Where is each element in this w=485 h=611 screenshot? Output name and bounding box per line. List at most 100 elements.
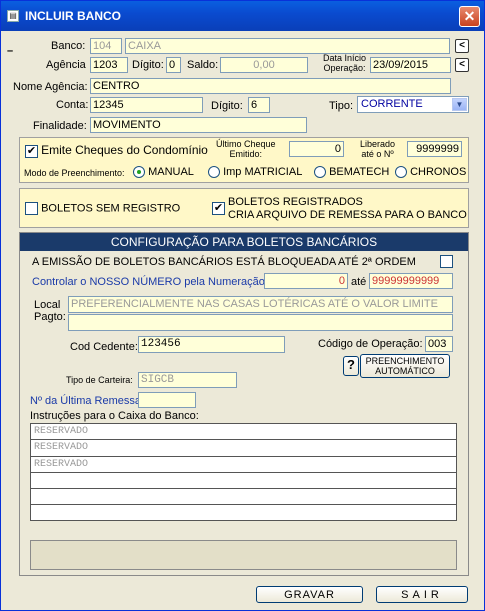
banco-name-field[interactable]: CAIXA xyxy=(125,38,450,54)
local-pagto-label-line2: Pagto: xyxy=(34,311,66,323)
boletos-box: BOLETOS SEM REGISTRO ✔ BOLETOS REGISTRAD… xyxy=(19,188,469,228)
saldo-label: Saldo: xyxy=(187,59,219,71)
liberado-field[interactable]: 9999999 xyxy=(407,141,462,157)
radio-chronos-label: CHRONOS xyxy=(410,166,467,178)
agencia-digito-field[interactable]: 0 xyxy=(166,57,181,73)
radio-bematech-label: BEMATECH xyxy=(329,166,390,178)
instrucoes-row[interactable]: RESERVADO xyxy=(31,424,456,441)
agencia-field[interactable]: 1203 xyxy=(90,57,128,73)
tipo-select[interactable]: CORRENTE ▼ xyxy=(357,96,469,113)
instrucoes-row[interactable] xyxy=(31,473,456,490)
agencia-label: Agência xyxy=(46,59,86,71)
status-area xyxy=(30,540,457,570)
local-pagto-label-line1: Local xyxy=(34,299,61,311)
conta-field[interactable]: 12345 xyxy=(90,97,203,113)
boletos-registrados-checkbox[interactable]: ✔ xyxy=(212,202,225,215)
radio-chronos[interactable]: CHRONOS xyxy=(395,166,467,179)
nome-agencia-label: Nome Agência: xyxy=(13,81,88,93)
instrucoes-row[interactable] xyxy=(31,489,456,506)
emite-cheques-label: Emite Cheques do Condomínio xyxy=(41,143,208,157)
data-inicio-field[interactable]: 23/09/2015 xyxy=(370,57,451,73)
data-inicio-label: Data Início Operação: xyxy=(323,53,366,73)
preenchimento-automatico-line2: AUTOMÁTICO xyxy=(375,366,435,376)
conta-digito-field[interactable]: 6 xyxy=(248,97,270,113)
ultimo-cheque-label-line1: Último Cheque xyxy=(216,139,276,149)
liberado-label-line2: até o Nº xyxy=(361,149,394,159)
conta-label: Conta: xyxy=(56,99,89,111)
banco-label: Banco: xyxy=(51,40,86,52)
ate-label: até xyxy=(351,276,367,288)
conta-digito-label: Dígito: xyxy=(211,100,243,112)
checkbox-icon[interactable] xyxy=(25,202,38,215)
data-inicio-label-line1: Data Início xyxy=(323,53,367,63)
radio-icon[interactable] xyxy=(314,166,326,179)
instrucoes-row[interactable]: RESERVADO xyxy=(31,440,456,457)
local-pagto-label: Local Pagto: xyxy=(34,299,66,323)
nosso-numero-de-field[interactable]: 0 xyxy=(264,273,348,289)
gravar-button[interactable]: GRAVAR xyxy=(256,586,363,603)
instrucoes-list[interactable]: RESERVADO RESERVADO RESERVADO xyxy=(30,423,457,521)
chevron-left-icon: < xyxy=(459,59,465,70)
radio-bematech[interactable]: BEMATECH xyxy=(314,166,390,179)
checkbox-checked-icon[interactable]: ✔ xyxy=(212,202,225,215)
banco-code-field[interactable]: 104 xyxy=(90,38,122,54)
local-pagto-field-1[interactable]: PREFERENCIALMENTE NAS CASAS LOTÉRICAS AT… xyxy=(68,296,453,313)
checkbox-checked-icon[interactable]: ✔ xyxy=(25,144,38,158)
cod-cedente-label: Cod Cedente: xyxy=(70,341,138,353)
close-button[interactable]: ✕ xyxy=(459,6,480,27)
config-boletos-header: CONFIGURAÇÃO PARA BOLETOS BANCÁRIOS xyxy=(20,233,468,251)
dash-marker: – xyxy=(7,45,14,57)
boletos-sem-registro-label: BOLETOS SEM REGISTRO xyxy=(41,202,181,215)
instrucoes-row[interactable] xyxy=(31,505,456,521)
bloqueada-checkbox[interactable] xyxy=(440,255,453,268)
config-boletos-panel: CONFIGURAÇÃO PARA BOLETOS BANCÁRIOS A EM… xyxy=(19,232,469,576)
cod-cedente-field[interactable]: 123456 xyxy=(138,336,285,353)
data-inicio-label-line2: Operação: xyxy=(323,63,366,73)
chevron-down-icon[interactable]: ▼ xyxy=(452,98,467,111)
finalidade-field[interactable]: MOVIMENTO xyxy=(90,117,307,133)
help-button[interactable]: ? xyxy=(343,356,359,376)
tipo-select-value: CORRENTE xyxy=(361,98,423,110)
nome-agencia-field[interactable]: CENTRO xyxy=(90,78,451,94)
boletos-registrados-label-line1: BOLETOS REGISTRADOS xyxy=(228,196,363,208)
preenchimento-automatico-button[interactable]: PREENCHIMENTO AUTOMÁTICO xyxy=(360,354,450,378)
tipo-carteira-label: Tipo de Carteira: xyxy=(66,375,133,385)
saldo-field[interactable]: 0,00 xyxy=(220,57,308,73)
boletos-registrados-label-line2: CRIA ARQUIVO DE REMESSA PARA O BANCO xyxy=(228,209,467,221)
radio-matricial-label: Imp MATRICIAL xyxy=(223,166,303,178)
instrucoes-row[interactable]: RESERVADO xyxy=(31,457,456,473)
ultima-remessa-field[interactable] xyxy=(138,392,196,408)
radio-matricial[interactable]: Imp MATRICIAL xyxy=(208,166,303,179)
incluir-banco-window: ▤ INCLUIR BANCO ✕ – Banco: 104 CAIXA < A… xyxy=(0,0,485,611)
preenchimento-automatico-line1: PREENCHIMENTO xyxy=(365,356,445,366)
banco-lookup-button[interactable]: < xyxy=(455,39,469,53)
radio-manual[interactable]: MANUAL xyxy=(133,166,194,179)
boletos-registrados-label: BOLETOS REGISTRADOS CRIA ARQUIVO DE REMES… xyxy=(228,196,467,222)
data-inicio-button[interactable]: < xyxy=(455,58,469,72)
tipo-carteira-field[interactable]: SIGCB xyxy=(138,372,237,388)
ultimo-cheque-field[interactable]: 0 xyxy=(289,141,344,157)
sair-button[interactable]: SAIR xyxy=(376,586,468,603)
help-icon: ? xyxy=(347,357,355,372)
cod-operacao-field[interactable]: 003 xyxy=(425,336,453,352)
liberado-label: Liberado até o Nº xyxy=(360,139,395,159)
ultimo-cheque-label: Último Cheque Emitido: xyxy=(216,139,276,159)
agencia-digito-label: Dígito: xyxy=(132,59,164,71)
radio-selected-icon[interactable] xyxy=(133,166,145,179)
nosso-numero-ate-field[interactable]: 99999999999 xyxy=(369,273,453,289)
local-pagto-field-2[interactable] xyxy=(68,314,453,331)
close-icon: ✕ xyxy=(463,8,476,24)
radio-icon[interactable] xyxy=(208,166,220,179)
window-title: INCLUIR BANCO xyxy=(25,9,121,23)
instrucoes-label: Instruções para o Caixa do Banco: xyxy=(30,410,199,422)
radio-icon[interactable] xyxy=(395,166,407,179)
cheques-box: ✔ Emite Cheques do Condomínio Último Che… xyxy=(19,137,469,183)
boletos-sem-registro-checkbox[interactable]: BOLETOS SEM REGISTRO xyxy=(25,202,180,215)
emite-cheques-checkbox[interactable]: ✔ Emite Cheques do Condomínio xyxy=(25,143,208,158)
cod-operacao-label: Código de Operação: xyxy=(318,338,423,350)
checkbox-icon[interactable] xyxy=(440,255,453,268)
title-bar: ▤ INCLUIR BANCO ✕ xyxy=(1,1,484,31)
liberado-label-line1: Liberado xyxy=(360,139,396,149)
radio-manual-label: MANUAL xyxy=(148,166,194,178)
modo-preenchimento-label: Modo de Preenchimento: xyxy=(24,168,125,178)
